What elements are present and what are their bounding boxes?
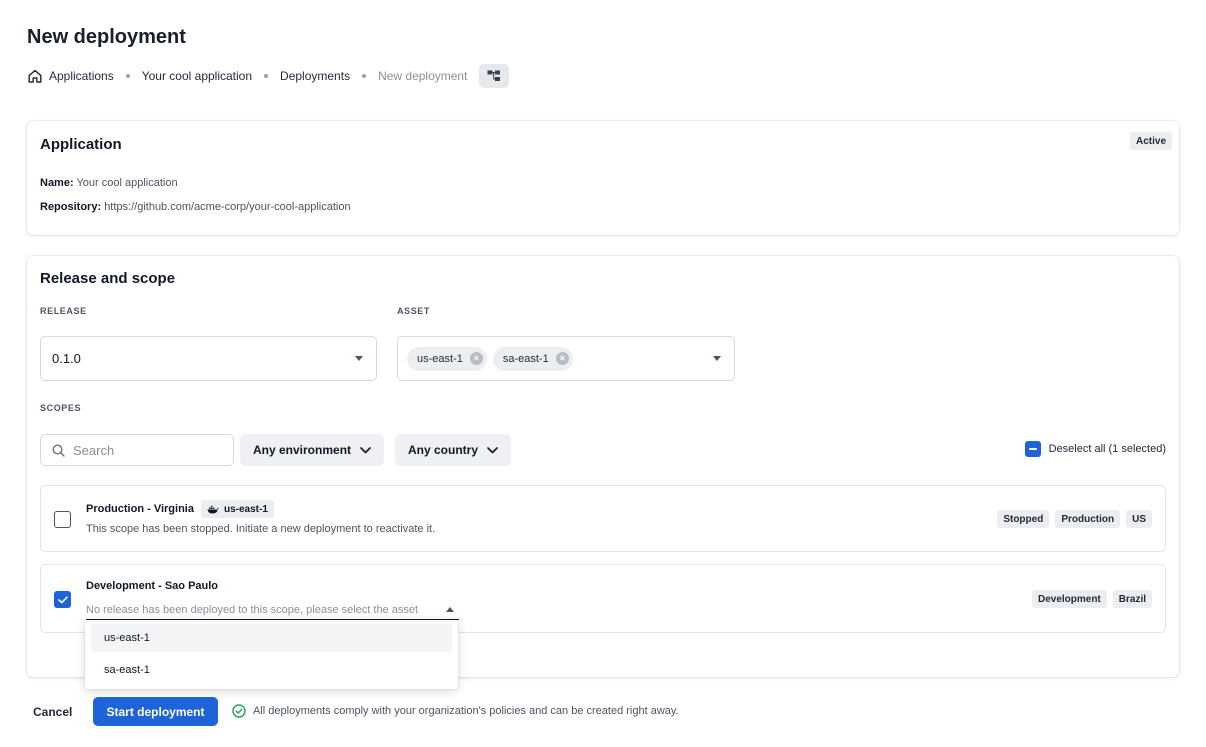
- remove-icon[interactable]: ×: [555, 352, 569, 365]
- breadcrumb-application[interactable]: Your cool application: [142, 69, 252, 83]
- status-badge: Stopped: [997, 510, 1050, 528]
- tree-view-button[interactable]: [479, 64, 510, 88]
- scope-tags: Stopped Production US: [997, 510, 1152, 528]
- asset-chip[interactable]: sa-east-1 ×: [492, 346, 573, 371]
- application-card: Application Active Name: Your cool appli…: [27, 121, 1179, 235]
- scope-description: This scope has been stopped. Initiate a …: [86, 523, 436, 535]
- search-icon: [52, 443, 65, 457]
- application-name: Name: Your cool application: [40, 177, 178, 189]
- breadcrumb-deployments[interactable]: Deployments: [280, 69, 350, 83]
- breadcrumb-separator: [264, 74, 269, 78]
- policy-notice: All deployments comply with your organiz…: [232, 704, 679, 718]
- country-filter-label: Any country: [408, 443, 479, 457]
- scope-name: Development - Sao Paulo: [86, 580, 218, 592]
- deselect-all[interactable]: Deselect all (1 selected): [1024, 441, 1166, 457]
- dropdown-option[interactable]: us-east-1: [91, 624, 452, 652]
- scope-name: Production - Virginia us-east-1: [86, 500, 274, 518]
- release-value: 0.1.0: [52, 351, 81, 366]
- chevron-down-icon: [360, 446, 371, 454]
- name-label: Name:: [40, 177, 74, 189]
- breadcrumb-current: New deployment: [378, 69, 468, 83]
- asset-chip-label: sa-east-1: [502, 352, 549, 365]
- application-repository: Repository: https://github.com/acme-corp…: [40, 201, 351, 213]
- repository-value: https://github.com/acme-corp/your-cool-a…: [104, 201, 351, 213]
- scopes-label: SCOPES: [40, 403, 82, 413]
- check-circle-icon: [232, 704, 246, 718]
- start-deployment-button[interactable]: Start deployment: [93, 697, 218, 726]
- name-value: Your cool application: [76, 177, 178, 189]
- breadcrumb-separator: [125, 74, 130, 78]
- asset-dropdown-menu: us-east-1 sa-east-1: [85, 620, 458, 689]
- scope-name-label: Production - Virginia: [86, 503, 194, 515]
- cancel-button[interactable]: Cancel: [33, 705, 72, 719]
- release-scope-card: Release and scope RELEASE 0.1.0 ASSET us…: [27, 256, 1179, 677]
- check-icon: [57, 595, 68, 603]
- asset-chips: us-east-1 × sa-east-1 ×: [398, 346, 713, 371]
- scope-asset-select[interactable]: No release has been deployed to this sco…: [86, 600, 459, 620]
- checkbox-unchecked[interactable]: [54, 511, 71, 528]
- indeterminate-checkbox[interactable]: [1024, 441, 1041, 457]
- scope-name-label: Development - Sao Paulo: [86, 580, 219, 592]
- breadcrumb-separator: [362, 74, 367, 78]
- chevron-down-icon: [487, 446, 498, 454]
- repository-label: Repository:: [40, 201, 102, 213]
- page-title: New deployment: [27, 26, 186, 48]
- chevron-up-icon: [446, 607, 454, 612]
- country-filter[interactable]: Any country: [395, 434, 512, 466]
- chevron-down-icon: [713, 356, 721, 361]
- checkbox-checked[interactable]: [54, 591, 71, 608]
- status-badge: Active: [1129, 132, 1172, 150]
- scope-row[interactable]: Production - Virginia us-east-1 This sco…: [40, 485, 1166, 552]
- chevron-down-icon: [355, 356, 363, 361]
- scope-tags: Development Brazil: [1031, 590, 1152, 608]
- remove-icon[interactable]: ×: [469, 352, 483, 365]
- search-input[interactable]: [73, 442, 223, 458]
- tree-icon: [487, 70, 501, 81]
- environment-badge: Development: [1031, 590, 1107, 608]
- release-select[interactable]: 0.1.0: [40, 336, 377, 381]
- country-badge: Brazil: [1112, 590, 1152, 608]
- environment-filter-label: Any environment: [253, 443, 352, 457]
- home-icon[interactable]: [27, 68, 43, 84]
- breadcrumb: Applications Your cool application Deplo…: [27, 64, 510, 88]
- asset-label: ASSET: [397, 306, 431, 316]
- asset-chip-label: us-east-1: [417, 352, 463, 365]
- environment-badge: Production: [1055, 510, 1121, 528]
- asset-select-placeholder: No release has been deployed to this sco…: [86, 603, 419, 616]
- dropdown-option[interactable]: sa-east-1: [91, 656, 452, 684]
- policy-notice-text: All deployments comply with your organiz…: [253, 705, 679, 717]
- asset-tag: us-east-1: [200, 500, 274, 518]
- release-scope-title: Release and scope: [40, 270, 176, 287]
- deselect-all-label: Deselect all (1 selected): [1048, 443, 1166, 455]
- asset-tag-label: us-east-1: [223, 503, 268, 515]
- release-label: RELEASE: [40, 306, 87, 316]
- application-card-title: Application: [40, 136, 122, 153]
- environment-filter[interactable]: Any environment: [240, 434, 385, 466]
- docker-icon: [207, 505, 219, 514]
- asset-multiselect[interactable]: us-east-1 × sa-east-1 ×: [397, 336, 735, 381]
- asset-chip[interactable]: us-east-1 ×: [407, 346, 487, 371]
- scope-checkbox[interactable]: [54, 591, 71, 608]
- search-box: [40, 434, 234, 466]
- scope-checkbox[interactable]: [54, 511, 71, 528]
- footer-actions: Cancel Start deployment All deployments …: [0, 697, 1206, 727]
- country-badge: US: [1126, 510, 1152, 528]
- breadcrumb-applications[interactable]: Applications: [49, 69, 114, 83]
